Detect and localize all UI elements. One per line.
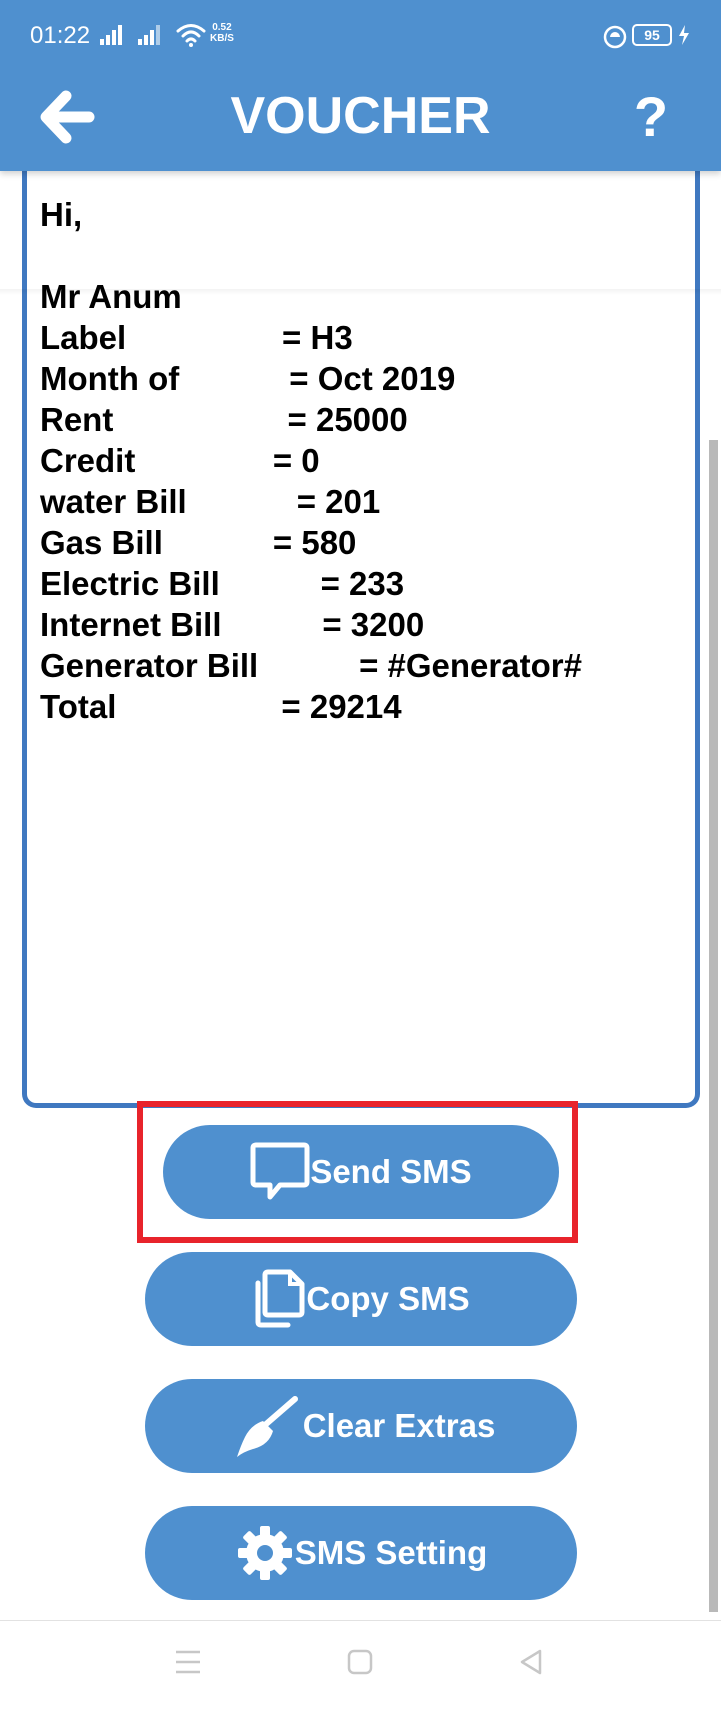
app-header: 01:22 0.52 KB/S 95 VOUCHER ? bbox=[0, 0, 721, 171]
page-title: VOUCHER bbox=[230, 87, 491, 145]
message-text[interactable]: Hi, Mr Anum Label = H3 Month of = Oct 20… bbox=[40, 194, 582, 727]
send-sms-button[interactable]: Send SMS bbox=[163, 1125, 559, 1219]
copy-icon bbox=[255, 1269, 305, 1328]
wifi-icon bbox=[176, 24, 206, 47]
back-nav-icon[interactable] bbox=[518, 1649, 544, 1675]
back-button[interactable] bbox=[34, 84, 104, 150]
battery-indicator: 95 bbox=[632, 24, 672, 46]
status-time: 01:22 bbox=[30, 22, 91, 49]
help-button[interactable]: ? bbox=[622, 84, 680, 150]
clear-extras-label: Clear Extras bbox=[302, 1407, 496, 1444]
copy-sms-label: Copy SMS bbox=[306, 1280, 470, 1317]
system-nav-bar bbox=[0, 1620, 721, 1712]
signal-icon bbox=[138, 25, 160, 45]
status-notification-icon bbox=[603, 25, 627, 49]
charging-icon bbox=[679, 25, 689, 45]
send-sms-label: Send SMS bbox=[310, 1153, 472, 1190]
gear-icon bbox=[237, 1526, 292, 1580]
sms-setting-button[interactable]: SMS Setting bbox=[145, 1506, 577, 1600]
sms-setting-label: SMS Setting bbox=[294, 1534, 488, 1571]
scrollbar[interactable] bbox=[709, 440, 718, 1612]
chat-bubble-icon bbox=[250, 1142, 310, 1200]
net-speed-unit: KB/S bbox=[210, 33, 234, 44]
home-icon[interactable] bbox=[347, 1649, 373, 1675]
arrow-left-icon bbox=[40, 90, 95, 144]
net-speed: 0.52 KB/S bbox=[210, 22, 234, 44]
menu-icon[interactable] bbox=[175, 1649, 201, 1675]
signal-icon bbox=[100, 25, 122, 45]
brush-icon bbox=[236, 1396, 298, 1457]
net-speed-value: 0.52 bbox=[212, 22, 232, 33]
clear-extras-button[interactable]: Clear Extras bbox=[145, 1379, 577, 1473]
copy-sms-button[interactable]: Copy SMS bbox=[145, 1252, 577, 1346]
